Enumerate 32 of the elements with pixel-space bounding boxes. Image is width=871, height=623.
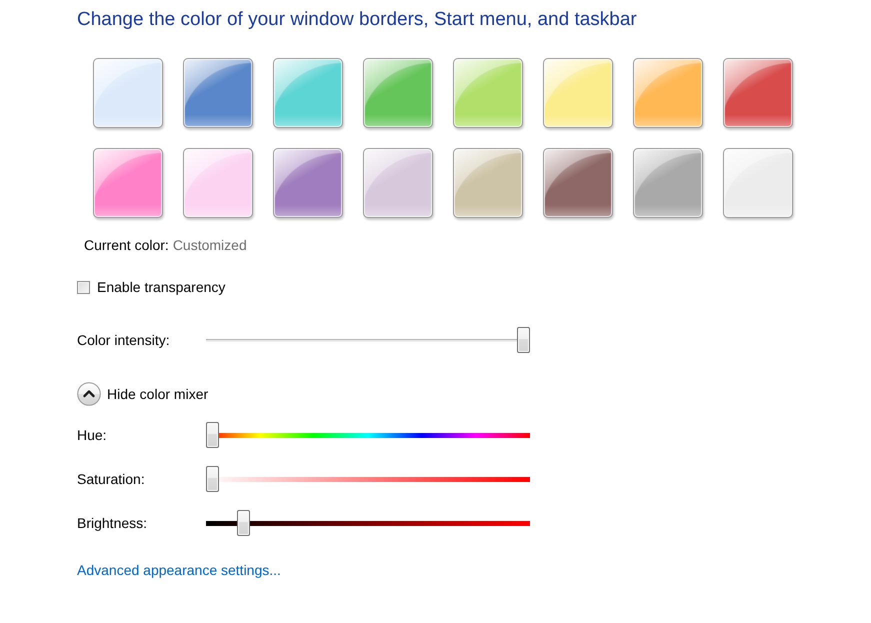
color-swatch[interactable] — [273, 148, 343, 218]
slider-label: Color intensity: — [77, 331, 171, 349]
color-swatch[interactable] — [453, 58, 523, 128]
advanced-settings-link[interactable]: Advanced appearance settings... — [77, 561, 281, 579]
checkbox[interactable] — [77, 280, 90, 294]
color-swatch[interactable] — [453, 148, 523, 218]
slider-thumb[interactable] — [206, 466, 219, 492]
slider-label: Saturation: — [77, 470, 146, 488]
color-swatch[interactable] — [183, 58, 253, 128]
color-swatch[interactable] — [363, 148, 433, 218]
slider-label: Brightness: — [77, 514, 148, 532]
color-swatch[interactable] — [363, 58, 433, 128]
color-swatch[interactable] — [543, 58, 613, 128]
page-heading: Change the color of your window borders, Start menu, and taskbar — [77, 8, 637, 32]
color-swatch[interactable] — [723, 148, 793, 218]
slider-thumb[interactable] — [517, 327, 530, 353]
color-swatch[interactable] — [93, 58, 163, 128]
color-swatch[interactable] — [93, 148, 163, 218]
color-swatch[interactable] — [723, 58, 793, 128]
slider-thumb[interactable] — [237, 510, 250, 536]
slider-label: Hue: — [77, 426, 108, 444]
checkbox-label[interactable]: Enable transparency — [97, 278, 226, 296]
color-swatch[interactable] — [273, 58, 343, 128]
color-mixer-toggle[interactable]: Hide color mixer — [77, 382, 208, 406]
color-swatch[interactable] — [543, 148, 613, 218]
slider-thumb[interactable] — [206, 422, 219, 448]
color-swatch[interactable] — [183, 148, 253, 218]
color-swatch[interactable] — [633, 148, 703, 218]
chevron-up-icon — [77, 382, 101, 406]
color-swatch[interactable] — [633, 58, 703, 128]
current-color-value: Customized — [172, 236, 247, 254]
current-color-label: Current color: — [84, 236, 169, 254]
